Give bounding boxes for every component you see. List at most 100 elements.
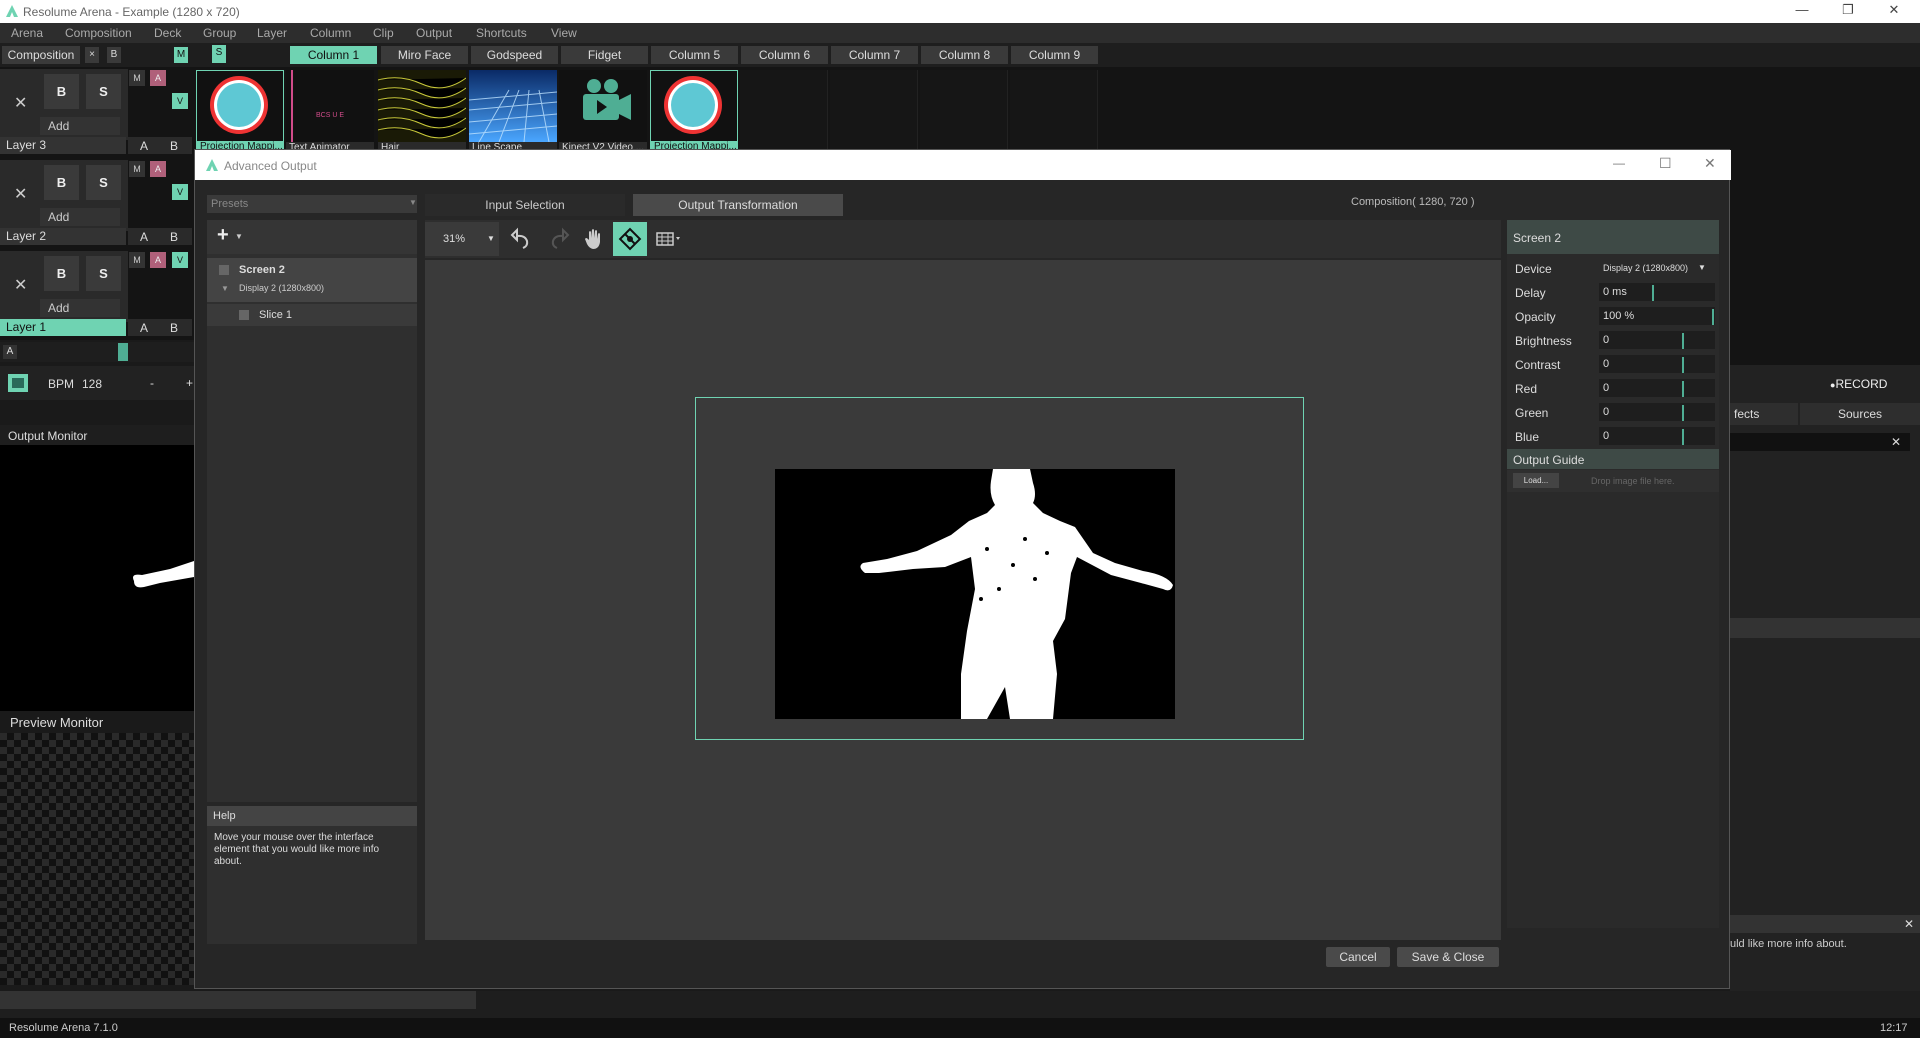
menu-deck[interactable]: Deck xyxy=(154,26,181,40)
layer-2-solo-button[interactable]: S xyxy=(86,165,121,200)
bpm-plus-button[interactable]: + xyxy=(186,376,193,390)
grid-tool-icon[interactable] xyxy=(649,222,689,256)
layer-3-mute-button[interactable]: M xyxy=(129,70,145,86)
column-2-button[interactable]: Miro Face xyxy=(381,46,468,64)
layer-2-add-dropdown[interactable]: Add xyxy=(40,208,120,226)
clip-projection-mapping-2[interactable]: Projection Mappi... xyxy=(650,70,738,154)
layer-3-solo-button[interactable]: S xyxy=(86,74,121,109)
column-8-button[interactable]: Column 8 xyxy=(921,46,1008,64)
layer-2-clear-icon[interactable]: ✕ xyxy=(14,184,27,204)
green-slider[interactable]: 0 xyxy=(1599,403,1715,421)
layer-2-name[interactable]: Layer 2 xyxy=(0,228,126,245)
layer-3-clear-icon[interactable]: ✕ xyxy=(14,93,27,113)
menu-layer[interactable]: Layer xyxy=(257,26,287,40)
layer-1-audio-button[interactable]: A xyxy=(150,252,166,268)
menu-view[interactable]: View xyxy=(551,26,577,40)
clip-projection-mapping-1[interactable]: Projection Mappi... xyxy=(196,70,284,154)
crossfader-handle[interactable] xyxy=(118,343,128,361)
bpm-minus-button[interactable]: - xyxy=(150,376,154,390)
layer-2-a-button[interactable]: A xyxy=(140,230,148,244)
layer-3-b-button[interactable]: B xyxy=(170,139,178,153)
close-icon[interactable]: ✕ xyxy=(1874,2,1914,20)
drop-guide-hint[interactable]: Drop image file here. xyxy=(1591,476,1675,486)
cancel-button[interactable]: Cancel xyxy=(1326,947,1390,967)
red-slider-handle[interactable] xyxy=(1682,381,1684,397)
layer-1-bypass-button[interactable]: B xyxy=(44,256,79,291)
menu-column[interactable]: Column xyxy=(310,26,351,40)
bpm-value[interactable]: 128 xyxy=(82,377,102,391)
layer-1-clear-icon[interactable]: ✕ xyxy=(14,275,27,295)
column-7-button[interactable]: Column 7 xyxy=(831,46,918,64)
layer-3-a-button[interactable]: A xyxy=(140,139,148,153)
add-chevron-down-icon[interactable]: ▼ xyxy=(235,232,243,241)
transform-tool-icon[interactable] xyxy=(613,222,647,256)
timeline-bar[interactable] xyxy=(0,991,476,1009)
layer-1-a-button[interactable]: A xyxy=(140,321,148,335)
layer-2-audio-button[interactable]: A xyxy=(150,161,166,177)
layer-1-add-dropdown[interactable]: Add xyxy=(40,299,120,317)
load-guide-button[interactable]: Load... xyxy=(1513,473,1559,488)
composition-bypass-button[interactable]: B xyxy=(107,47,121,63)
tab-effects[interactable]: fects xyxy=(1730,403,1798,425)
undo-icon[interactable] xyxy=(505,222,539,256)
search-input[interactable] xyxy=(1730,433,1910,451)
presets-dropdown[interactable]: Presets xyxy=(207,195,417,213)
layer-1-solo-button[interactable]: S xyxy=(86,256,121,291)
tab-input-selection[interactable]: Input Selection xyxy=(425,194,625,216)
composition-clear-button[interactable]: × xyxy=(85,47,99,63)
dialog-close-icon[interactable]: ✕ xyxy=(1704,155,1716,172)
add-screen-button[interactable]: + xyxy=(217,224,229,247)
empty-clip-slot[interactable] xyxy=(830,70,918,154)
delay-slider[interactable]: 0 ms xyxy=(1599,283,1715,301)
blue-slider[interactable]: 0 xyxy=(1599,427,1715,445)
layer-3-video-button[interactable]: V xyxy=(172,93,188,109)
tap-icon[interactable] xyxy=(8,374,28,392)
menu-arena[interactable]: Arena xyxy=(11,26,43,40)
crossfader-a-button[interactable]: A xyxy=(3,345,17,359)
dialog-maximize-icon[interactable]: ☐ xyxy=(1659,155,1672,172)
tree-expand-icon[interactable]: ▼ xyxy=(221,284,229,293)
slice-checkbox[interactable] xyxy=(239,310,249,320)
empty-clip-slot[interactable] xyxy=(740,70,828,154)
brightness-slider[interactable]: 0 xyxy=(1599,331,1715,349)
column-9-button[interactable]: Column 9 xyxy=(1011,46,1098,64)
minimize-icon[interactable]: — xyxy=(1782,2,1822,20)
opacity-slider[interactable]: 100 % xyxy=(1599,307,1715,325)
slice-output[interactable] xyxy=(775,469,1175,719)
tree-screen-2[interactable]: Screen 2 ▼ Display 2 (1280x800) xyxy=(207,258,417,302)
blue-slider-handle[interactable] xyxy=(1682,429,1684,445)
clip-hair[interactable]: Hair xyxy=(378,70,466,154)
brightness-slider-handle[interactable] xyxy=(1682,333,1684,349)
layer-1-name[interactable]: Layer 1 xyxy=(0,319,126,336)
layer-2-b-button[interactable]: B xyxy=(170,230,178,244)
column-3-button[interactable]: Godspeed xyxy=(471,46,558,64)
restore-icon[interactable]: ❐ xyxy=(1828,2,1868,20)
redo-icon[interactable] xyxy=(541,222,575,256)
layer-1-mute-button[interactable]: M xyxy=(129,252,145,268)
contrast-slider-handle[interactable] xyxy=(1682,357,1684,373)
layer-2-mute-button[interactable]: M xyxy=(129,161,145,177)
layer-2-video-button[interactable]: V xyxy=(172,184,188,200)
column-5-button[interactable]: Column 5 xyxy=(651,46,738,64)
screen-checkbox[interactable] xyxy=(219,265,229,275)
column-6-button[interactable]: Column 6 xyxy=(741,46,828,64)
red-slider[interactable]: 0 xyxy=(1599,379,1715,397)
menu-output[interactable]: Output xyxy=(416,26,452,40)
layer-3-bypass-button[interactable]: B xyxy=(44,74,79,109)
tab-output-transformation[interactable]: Output Transformation xyxy=(633,194,843,216)
layer-3-name[interactable]: Layer 3 xyxy=(0,137,126,154)
empty-clip-slot[interactable] xyxy=(1010,70,1098,154)
opacity-slider-handle[interactable] xyxy=(1712,309,1714,325)
composition-solo-button[interactable]: S xyxy=(212,45,226,63)
menu-group[interactable]: Group xyxy=(203,26,236,40)
layer-3-audio-button[interactable]: A xyxy=(150,70,166,86)
layer-2-bypass-button[interactable]: B xyxy=(44,165,79,200)
menu-composition[interactable]: Composition xyxy=(65,26,132,40)
layer-1-b-button[interactable]: B xyxy=(170,321,178,335)
column-1-button[interactable]: Column 1 xyxy=(290,46,377,64)
menu-shortcuts[interactable]: Shortcuts xyxy=(476,26,527,40)
tree-slice-1[interactable]: Slice 1 xyxy=(207,304,417,326)
menu-clip[interactable]: Clip xyxy=(373,26,394,40)
layer-3-add-dropdown[interactable]: Add xyxy=(40,117,120,135)
search-clear-icon[interactable]: ✕ xyxy=(1891,435,1901,449)
